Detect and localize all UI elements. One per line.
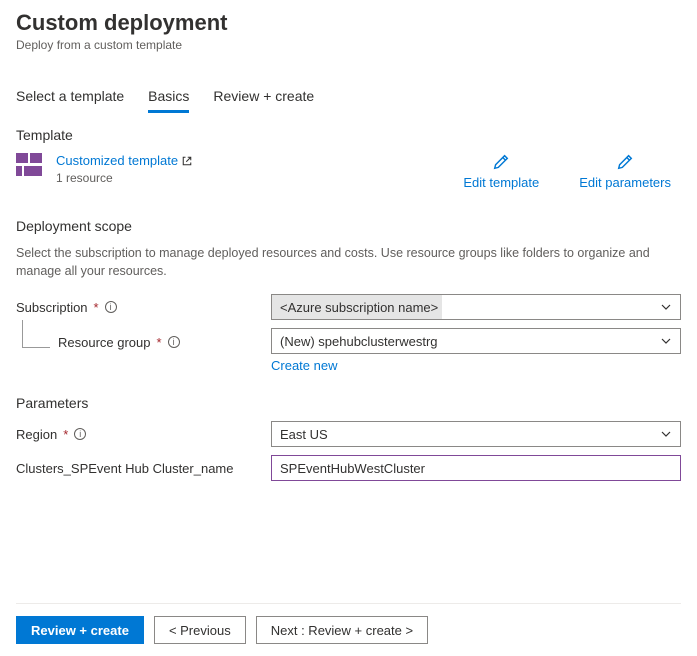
info-icon[interactable]: i [74, 428, 86, 440]
section-parameters-heading: Parameters [16, 395, 681, 411]
tab-basics[interactable]: Basics [148, 82, 189, 113]
edit-template-label: Edit template [463, 175, 539, 190]
required-asterisk: * [157, 335, 162, 350]
review-create-button[interactable]: Review + create [16, 616, 144, 644]
chevron-down-icon [660, 301, 672, 313]
chevron-down-icon [660, 428, 672, 440]
pencil-icon [616, 153, 634, 171]
tree-connector [22, 320, 50, 348]
previous-button[interactable]: < Previous [154, 616, 246, 644]
tab-review-create[interactable]: Review + create [213, 82, 314, 113]
region-select[interactable]: East US [271, 421, 681, 447]
customized-template-link[interactable]: Customized template [56, 153, 193, 168]
pencil-icon [492, 153, 510, 171]
resource-group-label: Resource group [58, 335, 151, 350]
subscription-value: <Azure subscription name> [280, 300, 438, 315]
page-subtitle: Deploy from a custom template [16, 38, 681, 52]
info-icon[interactable]: i [105, 301, 117, 313]
external-link-icon [181, 155, 193, 167]
edit-parameters-button[interactable]: Edit parameters [579, 153, 671, 190]
required-asterisk: * [63, 427, 68, 442]
tabs: Select a template Basics Review + create [16, 82, 681, 113]
create-new-link[interactable]: Create new [271, 358, 681, 373]
resource-group-value: (New) spehubclusterwestrg [280, 334, 438, 349]
subscription-select[interactable]: <Azure subscription name> [271, 294, 681, 320]
cluster-name-label: Clusters_SPEvent Hub Cluster_name [16, 461, 234, 476]
region-label: Region [16, 427, 57, 442]
customized-template-label: Customized template [56, 153, 178, 168]
edit-template-button[interactable]: Edit template [463, 153, 539, 190]
chevron-down-icon [660, 335, 672, 347]
resource-count-label: 1 resource [56, 171, 193, 185]
page-title: Custom deployment [16, 10, 681, 36]
required-asterisk: * [94, 300, 99, 315]
footer: Review + create < Previous Next : Review… [16, 603, 681, 644]
next-button[interactable]: Next : Review + create > [256, 616, 428, 644]
tab-select-template[interactable]: Select a template [16, 82, 124, 113]
cluster-name-input[interactable] [271, 455, 681, 481]
scope-help-text: Select the subscription to manage deploy… [16, 244, 681, 280]
info-icon[interactable]: i [168, 336, 180, 348]
section-scope-heading: Deployment scope [16, 218, 681, 234]
template-icon [16, 153, 44, 177]
edit-parameters-label: Edit parameters [579, 175, 671, 190]
subscription-label: Subscription [16, 300, 88, 315]
section-template-heading: Template [16, 127, 681, 143]
resource-group-select[interactable]: (New) spehubclusterwestrg [271, 328, 681, 354]
region-value: East US [280, 427, 328, 442]
